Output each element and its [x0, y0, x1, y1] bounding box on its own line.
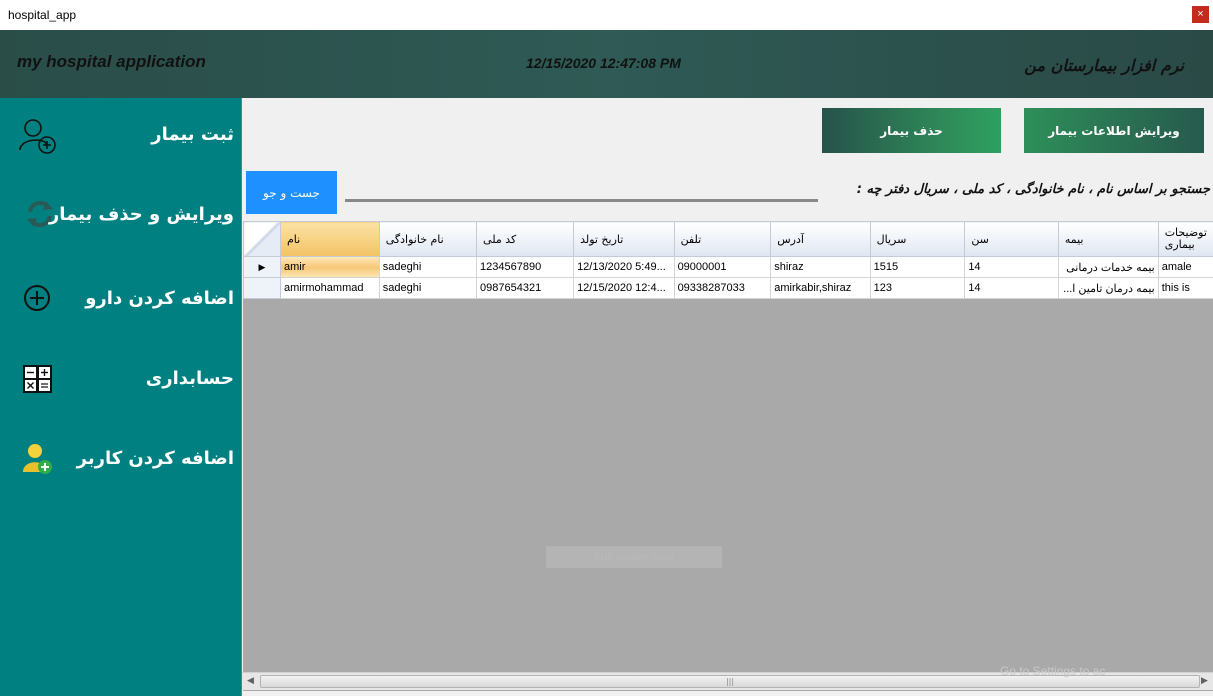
sidebar-item-accounting[interactable]: حسابداری [0, 348, 241, 408]
column-header-birth-date[interactable]: تاریخ تولد [573, 221, 675, 257]
title-bar: hospital_app × [0, 0, 1213, 30]
edit-patient-button[interactable]: ویرایش اطلاعات بیمار [1024, 108, 1204, 153]
add-user-icon [22, 442, 54, 480]
row-selector-current[interactable]: ▶ [243, 256, 281, 278]
table-cell[interactable]: 12/13/2020 5:49... [573, 256, 675, 278]
sidebar-item-label: اضافه کردن کاربر [76, 448, 234, 469]
sidebar: ثبت بیمار ویرایش و حذف بیمار اضافه کردن … [0, 98, 241, 696]
scroll-left-arrow-icon[interactable]: ◀ [242, 673, 259, 690]
close-button[interactable]: × [1192, 6, 1209, 23]
column-header-phone[interactable]: تلفن [673, 221, 772, 257]
table-row[interactable]: ▶ amir sadeghi 1234567890 12/13/2020 5:4… [243, 256, 1213, 278]
grid-corner[interactable] [243, 221, 281, 257]
main-content: حذف بیمار ویرایش اطلاعات بیمار جست و جو … [241, 98, 1213, 696]
column-header-insurance[interactable]: بیمه [1057, 221, 1159, 257]
table-cell[interactable]: this is [1157, 277, 1213, 299]
window-title: hospital_app [8, 8, 77, 22]
sidebar-item-add-medicine[interactable]: اضافه کردن دارو [0, 268, 241, 328]
sidebar-item-label: حسابداری [145, 368, 234, 389]
table-cell[interactable]: 1234567890 [476, 256, 575, 278]
table-cell[interactable]: 1515 [869, 256, 966, 278]
sidebar-item-edit-delete-patient[interactable]: ویرایش و حذف بیمار [0, 188, 241, 248]
column-header-address[interactable]: آدرس [770, 221, 871, 257]
clock-display: 12/15/2020 12:47:08 PM [526, 55, 681, 71]
sidebar-item-register-patient[interactable]: ثبت بیمار [0, 108, 241, 168]
table-cell[interactable]: بیمه خدمات درمانی [1057, 256, 1159, 278]
table-cell[interactable]: amir [280, 256, 380, 278]
table-cell[interactable]: shiraz [770, 256, 871, 278]
app-title: my hospital application [17, 52, 206, 71]
table-cell[interactable]: بیمه درمان تامین ا... [1057, 277, 1159, 299]
sidebar-item-label: ثبت بیمار [151, 124, 234, 145]
patients-grid[interactable]: نام نام خانوادگی کد ملی تاریخ تولد تلفن … [243, 221, 1213, 691]
app-header: my hospital application 12/15/2020 12:47… [0, 30, 1213, 98]
table-row[interactable]: amirmohammad sadeghi 0987654321 12/15/20… [243, 277, 1213, 299]
search-label: جستجو بر اساس نام ، نام خانوادگی ، کد مل… [856, 182, 1210, 197]
search-button[interactable]: جست و جو [246, 171, 337, 214]
column-header-age[interactable]: سن [964, 221, 1059, 257]
table-cell[interactable]: 0987654321 [476, 277, 575, 299]
delete-patient-button[interactable]: حذف بیمار [822, 108, 1001, 153]
table-cell[interactable]: sadeghi [378, 256, 478, 278]
table-cell[interactable]: amirmohammad [280, 277, 380, 299]
snip-watermark: Full-screen Snip [546, 546, 722, 568]
add-person-icon [18, 116, 58, 160]
windows-activation-text: Go to Settings to ac [1000, 664, 1106, 678]
table-cell[interactable]: 14 [964, 256, 1059, 278]
column-header-first-name[interactable]: نام [280, 221, 380, 257]
sidebar-item-add-user[interactable]: اضافه کردن کاربر [0, 428, 241, 488]
plus-circle-icon [23, 284, 51, 316]
search-input[interactable] [345, 190, 818, 202]
column-header-serial[interactable]: سریال [869, 221, 966, 257]
column-header-last-name[interactable]: نام خانوادگی [378, 221, 478, 257]
app-title-persian: نرم افزار بیمارستان من [1024, 56, 1184, 75]
column-header-description[interactable]: توضیحات بیماری [1157, 221, 1213, 257]
row-selector[interactable] [243, 277, 281, 299]
sidebar-item-label: ویرایش و حذف بیمار [48, 204, 234, 225]
scroll-right-arrow-icon[interactable]: ▶ [1196, 673, 1213, 690]
calculator-icon [23, 365, 52, 397]
patients-table: نام نام خانوادگی کد ملی تاریخ تولد تلفن … [243, 221, 1213, 299]
column-header-national-code[interactable]: کد ملی [476, 221, 575, 257]
table-cell[interactable]: amale [1157, 256, 1213, 278]
table-cell[interactable]: 14 [964, 277, 1059, 299]
table-cell[interactable]: amirkabir,shiraz [770, 277, 871, 299]
table-cell[interactable]: sadeghi [378, 277, 478, 299]
table-cell[interactable]: 123 [869, 277, 966, 299]
table-cell[interactable]: 09000001 [673, 256, 772, 278]
table-cell[interactable]: 12/15/2020 12:4... [573, 277, 675, 299]
sidebar-item-label: اضافه کردن دارو [85, 288, 234, 309]
table-cell[interactable]: 09338287033 [673, 277, 772, 299]
